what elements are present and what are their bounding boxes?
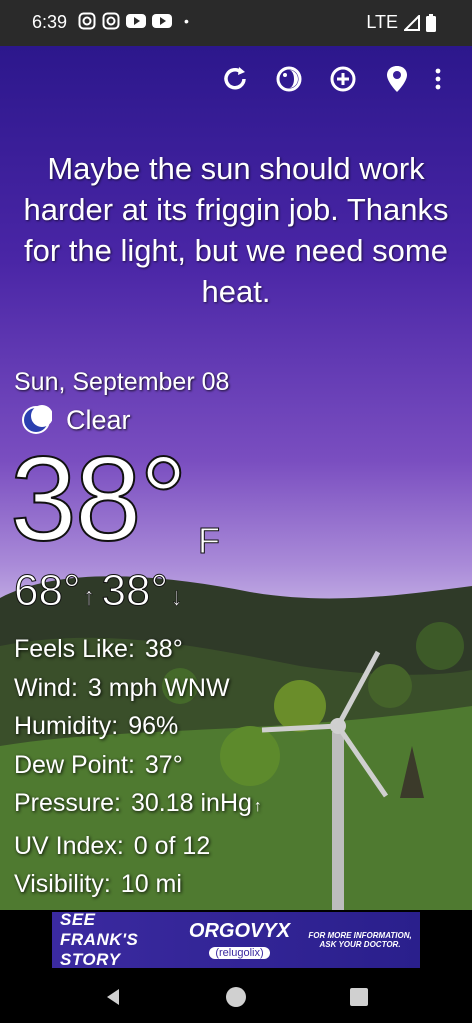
- detail-value: 38°: [144, 635, 183, 663]
- weather-background: Maybe the sun should work harder at its …: [0, 46, 472, 910]
- signal-icon: [404, 14, 420, 31]
- back-icon: [107, 989, 119, 1005]
- ad-brand-name: ORGOVYX: [188, 919, 291, 942]
- instagram-icon: [102, 12, 120, 30]
- location-pin-icon: [387, 66, 407, 92]
- detail-value: 0 of 12: [133, 831, 211, 860]
- add-location-icon: [330, 66, 356, 92]
- detail-label: Feels Like:: [14, 635, 135, 663]
- youtube-icon: [126, 14, 146, 28]
- detail-label: Dew Point:: [14, 750, 135, 779]
- more-options-button[interactable]: [428, 62, 448, 96]
- battery-icon: [426, 13, 436, 32]
- back-button[interactable]: [100, 984, 126, 1010]
- high-low-row: 68° ↑ 38° ↓: [14, 566, 189, 621]
- detail-label: Wind:: [14, 673, 78, 702]
- detail-label: Visibility:: [14, 870, 111, 898]
- recents-button[interactable]: [346, 984, 372, 1010]
- home-icon: [226, 987, 246, 1007]
- ad-brand: ORGOVYX (relugolix): [189, 920, 290, 961]
- network-type: LTE: [366, 12, 398, 32]
- detail-dew-point: Dew Point: 37°: [14, 746, 262, 785]
- weather-quote: Maybe the sun should work harder at its …: [23, 151, 449, 309]
- detail-value: 96%: [128, 712, 179, 740]
- detail-label: UV Index:: [14, 831, 124, 860]
- high-temperature: 68°: [14, 566, 82, 616]
- detail-label: Pressure:: [14, 789, 121, 817]
- recents-icon: [350, 988, 368, 1006]
- notification-icons: •: [78, 12, 189, 30]
- status-time: 6:39: [32, 12, 68, 32]
- detail-wind: Wind: 3 mph WNW: [14, 669, 262, 708]
- low-temperature: 38°: [101, 566, 169, 616]
- status-right: LTE: [366, 12, 436, 33]
- temperature-unit: F: [198, 520, 221, 562]
- ad-banner[interactable]: SEE FRANK'S STORY ORGOVYX (relugolix) FO…: [52, 912, 420, 968]
- theme-button[interactable]: [272, 62, 306, 96]
- refresh-button[interactable]: [218, 62, 252, 96]
- detail-humidity: Humidity: 96%: [14, 707, 262, 746]
- home-button[interactable]: [223, 984, 249, 1010]
- detail-value: 37°: [144, 750, 183, 779]
- ad-brand-sub: (relugolix): [209, 946, 270, 959]
- more-vert-icon: [435, 68, 441, 90]
- detail-visibility: Visibility: 10 mi: [14, 865, 262, 904]
- add-location-button[interactable]: [326, 62, 360, 96]
- current-temperature: 38°: [9, 432, 188, 566]
- date-label: Sun, September 08: [14, 368, 230, 396]
- dot-icon: •: [184, 13, 189, 29]
- refresh-icon: [224, 67, 246, 90]
- pressure-trend-icon: ↑: [253, 798, 262, 815]
- status-bar: 6:39 • LTE: [0, 0, 472, 46]
- detail-uv-index: UV Index: 0 of 12: [14, 827, 262, 866]
- location-button[interactable]: [380, 62, 414, 96]
- detail-feels-like: Feels Like: 38°: [14, 630, 262, 669]
- instagram-icon: [78, 12, 96, 30]
- theme-icon: [276, 66, 302, 92]
- detail-pressure: Pressure: 30.18 inHg ↑: [14, 784, 262, 827]
- condition-text: Clear: [66, 404, 131, 435]
- down-arrow-icon: ↓: [170, 581, 184, 612]
- youtube-icon: [152, 14, 172, 28]
- ad-headline: SEE FRANK'S STORY: [60, 912, 139, 968]
- detail-value: 30.18 inHg: [130, 789, 252, 817]
- detail-label: Humidity:: [14, 712, 119, 740]
- weather-details: Feels Like: 38° Wind: 3 mph WNW Humidity: 9…: [14, 630, 262, 904]
- ad-area: SEE FRANK'S STORY ORGOVYX (relugolix) FO…: [0, 910, 472, 970]
- detail-value: 3 mph WNW: [87, 673, 230, 702]
- detail-value: 10 mi: [120, 870, 182, 898]
- ad-cta: FOR MORE INFORMATION, ASK YOUR DOCTOR.: [308, 931, 412, 949]
- up-arrow-icon: ↑: [82, 581, 96, 612]
- system-nav-bar: [0, 970, 472, 1023]
